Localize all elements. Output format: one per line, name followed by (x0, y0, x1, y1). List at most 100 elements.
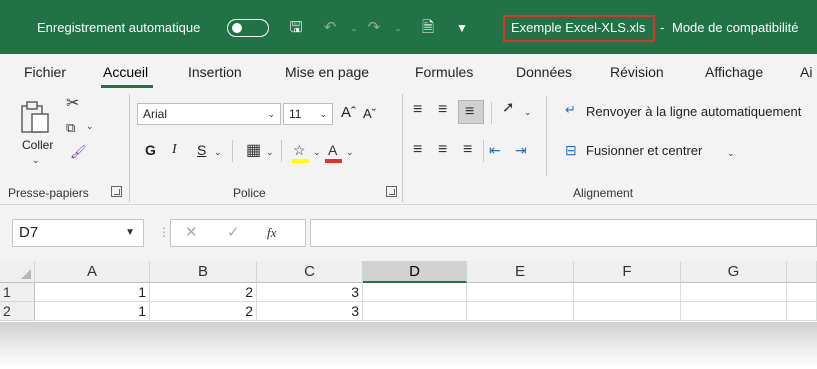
align-center-icon[interactable]: ≡ (438, 142, 447, 158)
column-header-c[interactable]: C (257, 261, 363, 283)
borders-dropdown-icon[interactable]: ⌄ (266, 144, 274, 160)
tab-insertion[interactable]: Insertion (188, 64, 242, 80)
name-box-dropdown-icon: ▼ (125, 227, 135, 238)
redo-dropdown-icon[interactable]: ⌄ (388, 18, 408, 38)
align-right-icon[interactable]: ≡ (463, 142, 472, 158)
cut-icon[interactable]: ✂ (66, 96, 79, 112)
cell-e1[interactable] (467, 283, 574, 302)
redo-icon[interactable]: ↷ (364, 18, 384, 38)
font-color-dropdown-icon[interactable]: ⌄ (346, 144, 354, 160)
cell-a1[interactable]: 1 (35, 283, 150, 302)
align-divider (491, 102, 492, 124)
font-size-select[interactable]: 11 ⌄ (283, 103, 333, 125)
decrease-font-size-icon[interactable]: Aˇ (363, 106, 376, 121)
paste-label: Coller (22, 138, 54, 152)
merge-dropdown-icon[interactable]: ⌄ (727, 145, 735, 161)
paste-button[interactable]: Coller ⌄ (12, 94, 58, 166)
customize-toolbar-icon[interactable]: ▼ (452, 18, 472, 38)
align-middle-icon[interactable]: ≡ (438, 102, 447, 118)
cell-d2[interactable] (363, 302, 467, 321)
copy-dropdown-icon[interactable]: ⌄ (86, 118, 94, 134)
align-top-icon[interactable]: ≡ (413, 102, 422, 118)
underline-button[interactable]: S (197, 142, 206, 158)
underline-dropdown-icon[interactable]: ⌄ (214, 144, 222, 160)
undo-dropdown-icon[interactable]: ⌄ (344, 18, 364, 38)
increase-font-size-icon[interactable]: Aˆ (341, 104, 356, 121)
tab-donnees[interactable]: Données (516, 64, 572, 80)
autosave-toggle[interactable] (227, 19, 269, 37)
cell-f1[interactable] (574, 283, 681, 302)
undo-icon[interactable]: ↶ (320, 18, 340, 38)
formula-bar-handle-icon[interactable]: ⋮ (158, 224, 170, 240)
column-header-g[interactable]: G (681, 261, 787, 283)
tab-affichage[interactable]: Affichage (705, 64, 763, 80)
align-bottom-button[interactable]: ≡ (458, 100, 484, 124)
cell-g2[interactable] (681, 302, 787, 321)
cancel-icon[interactable]: ✕ (185, 225, 198, 241)
cell-a2[interactable]: 1 (35, 302, 150, 321)
column-header-a[interactable]: A (35, 261, 150, 283)
wrap-text-icon[interactable]: ↵ (565, 102, 576, 118)
column-header-e[interactable]: E (467, 261, 574, 283)
italic-button[interactable]: I (172, 142, 177, 158)
cell-d1[interactable] (363, 283, 467, 302)
title-bar: Enregistrement automatique 🖫 ↶ ⌄ ↷ ⌄ 🗎 ▼… (0, 0, 817, 54)
insert-function-icon[interactable]: fx (267, 225, 276, 241)
cell-h1[interactable] (787, 283, 817, 302)
tab-truncated[interactable]: Ai (800, 64, 812, 80)
cell-f2[interactable] (574, 302, 681, 321)
fill-color-swatch (292, 159, 309, 163)
ribbon-tabs: Fichier Accueil Insertion Mise en page F… (0, 54, 817, 88)
fill-color-button[interactable]: ☆ (290, 140, 312, 164)
cell-b1[interactable]: 2 (150, 283, 257, 302)
wrap-text-button[interactable]: Renvoyer à la ligne automatiquement (586, 104, 801, 119)
copy-icon[interactable]: ⧉ (66, 120, 75, 136)
new-file-icon[interactable]: 🗎 (418, 18, 438, 38)
select-all-icon (21, 269, 31, 279)
row-header-2[interactable]: 2 (0, 302, 35, 321)
cell-c1[interactable]: 3 (257, 283, 363, 302)
paste-dropdown-icon[interactable]: ⌄ (32, 152, 40, 168)
select-all-corner[interactable] (0, 261, 35, 283)
row-header-1[interactable]: 1 (0, 283, 35, 302)
orientation-dropdown-icon[interactable]: ⌄ (524, 104, 532, 120)
orientation-icon[interactable]: ➚ (502, 100, 515, 116)
decrease-indent-icon[interactable]: ⇤ (489, 142, 501, 158)
font-size-value: 11 (289, 107, 302, 121)
column-header-b[interactable]: B (150, 261, 257, 283)
tab-fichier[interactable]: Fichier (24, 64, 66, 80)
column-header-next[interactable] (787, 261, 817, 283)
font-launcher-icon[interactable] (386, 186, 397, 197)
formula-input[interactable] (310, 219, 817, 247)
cell-c2[interactable]: 3 (257, 302, 363, 321)
clipboard-launcher-icon[interactable] (111, 186, 122, 197)
merge-center-icon[interactable]: ⊟ (565, 142, 577, 158)
cell-g1[interactable] (681, 283, 787, 302)
toggle-knob (232, 23, 242, 33)
merge-center-button[interactable]: Fusionner et centrer (586, 143, 702, 158)
font-name-select[interactable]: Arial ⌄ (137, 103, 281, 125)
tab-revision[interactable]: Révision (610, 64, 664, 80)
column-header-f[interactable]: F (574, 261, 681, 283)
name-box[interactable]: D7 ▼ (12, 219, 144, 247)
enter-icon[interactable]: ✓ (227, 225, 240, 241)
align-divider (546, 96, 547, 176)
font-color-button[interactable]: A (323, 140, 345, 164)
cell-b2[interactable]: 2 (150, 302, 257, 321)
fill-color-dropdown-icon[interactable]: ⌄ (313, 144, 321, 160)
cell-e2[interactable] (467, 302, 574, 321)
formula-buttons: ✕ ✓ fx (170, 219, 306, 247)
borders-icon[interactable]: ▦ (246, 143, 261, 159)
format-painter-icon[interactable]: 🖌 (70, 144, 87, 160)
ribbon: Coller ⌄ ✂ ⧉ ⌄ 🖌 Presse-papiers Arial ⌄ … (0, 88, 817, 205)
cell-h2[interactable] (787, 302, 817, 321)
bold-button[interactable]: G (145, 142, 156, 158)
font-size-dropdown-icon: ⌄ (319, 109, 327, 119)
save-icon[interactable]: 🖫 (286, 18, 306, 38)
tab-mise-en-page[interactable]: Mise en page (285, 64, 369, 80)
increase-indent-icon[interactable]: ⇥ (515, 142, 527, 158)
column-header-d[interactable]: D (363, 261, 467, 283)
tab-formules[interactable]: Formules (415, 64, 473, 80)
tab-accueil[interactable]: Accueil (103, 64, 148, 80)
align-left-icon[interactable]: ≡ (413, 142, 422, 158)
